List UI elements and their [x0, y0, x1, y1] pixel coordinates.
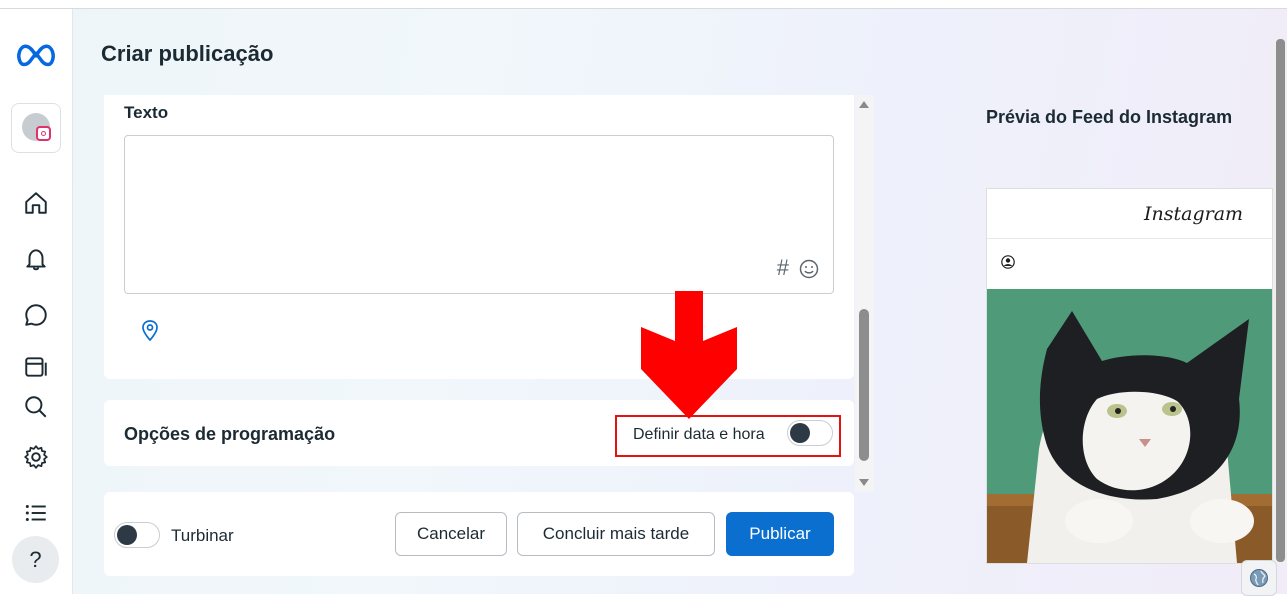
page-title: Criar publicação [101, 41, 274, 66]
text-section: Texto # [104, 95, 854, 379]
bell-icon[interactable] [0, 239, 72, 279]
list-icon[interactable] [0, 493, 72, 533]
publish-button[interactable]: Publicar [726, 512, 834, 556]
set-date-time-toggle[interactable] [787, 420, 833, 446]
boost-toggle[interactable] [114, 522, 160, 548]
user-icon [1001, 255, 1015, 269]
instagram-logo: Instagram [1144, 203, 1244, 225]
schedule-section: Opções de programação Definir data e hor… [104, 400, 854, 466]
schedule-label: Opções de programação [124, 424, 336, 444]
home-icon[interactable] [0, 183, 72, 223]
preview-header: Instagram [987, 189, 1272, 239]
annotation-arrow-down-icon [641, 291, 737, 419]
boost-label: Turbinar [171, 526, 234, 545]
scroll-up-icon[interactable] [859, 101, 869, 108]
gear-icon[interactable] [0, 437, 72, 477]
globe-icon[interactable] [1241, 560, 1277, 596]
instagram-feed-preview: Instagram [986, 188, 1273, 564]
hashtag-icon[interactable]: # [777, 255, 789, 281]
search-icon[interactable] [0, 387, 72, 427]
set-date-time-label: Definir data e hora [633, 426, 765, 443]
scroll-thumb[interactable] [859, 309, 869, 461]
sidebar: ? [0, 9, 73, 594]
post-text-input[interactable]: # [124, 135, 834, 294]
media-library-icon[interactable] [0, 347, 72, 387]
toggle-knob [117, 525, 137, 545]
account-avatar[interactable] [11, 103, 61, 153]
text-label: Texto [124, 103, 169, 122]
help-icon[interactable]: ? [12, 536, 59, 583]
emoji-icon[interactable] [799, 259, 819, 279]
toggle-knob [790, 423, 810, 443]
chat-icon[interactable] [0, 295, 72, 335]
location-pin-icon[interactable] [140, 319, 160, 341]
scroll-down-icon[interactable] [859, 479, 869, 486]
page-scroll-thumb[interactable] [1276, 39, 1285, 562]
composer-scrollbar[interactable] [855, 95, 874, 492]
post-image [987, 289, 1272, 563]
page-scrollbar[interactable] [1273, 39, 1287, 564]
meta-logo-icon[interactable] [0, 37, 72, 73]
finish-later-button[interactable]: Concluir mais tarde [517, 512, 715, 556]
action-footer: Turbinar Cancelar Concluir mais tarde Pu… [104, 492, 854, 576]
instagram-icon [36, 126, 51, 141]
app-frame: ? Criar publicação Texto # Opções de pro… [0, 8, 1287, 596]
cancel-button[interactable]: Cancelar [395, 512, 507, 556]
preview-title: Prévia do Feed do Instagram [986, 107, 1233, 127]
